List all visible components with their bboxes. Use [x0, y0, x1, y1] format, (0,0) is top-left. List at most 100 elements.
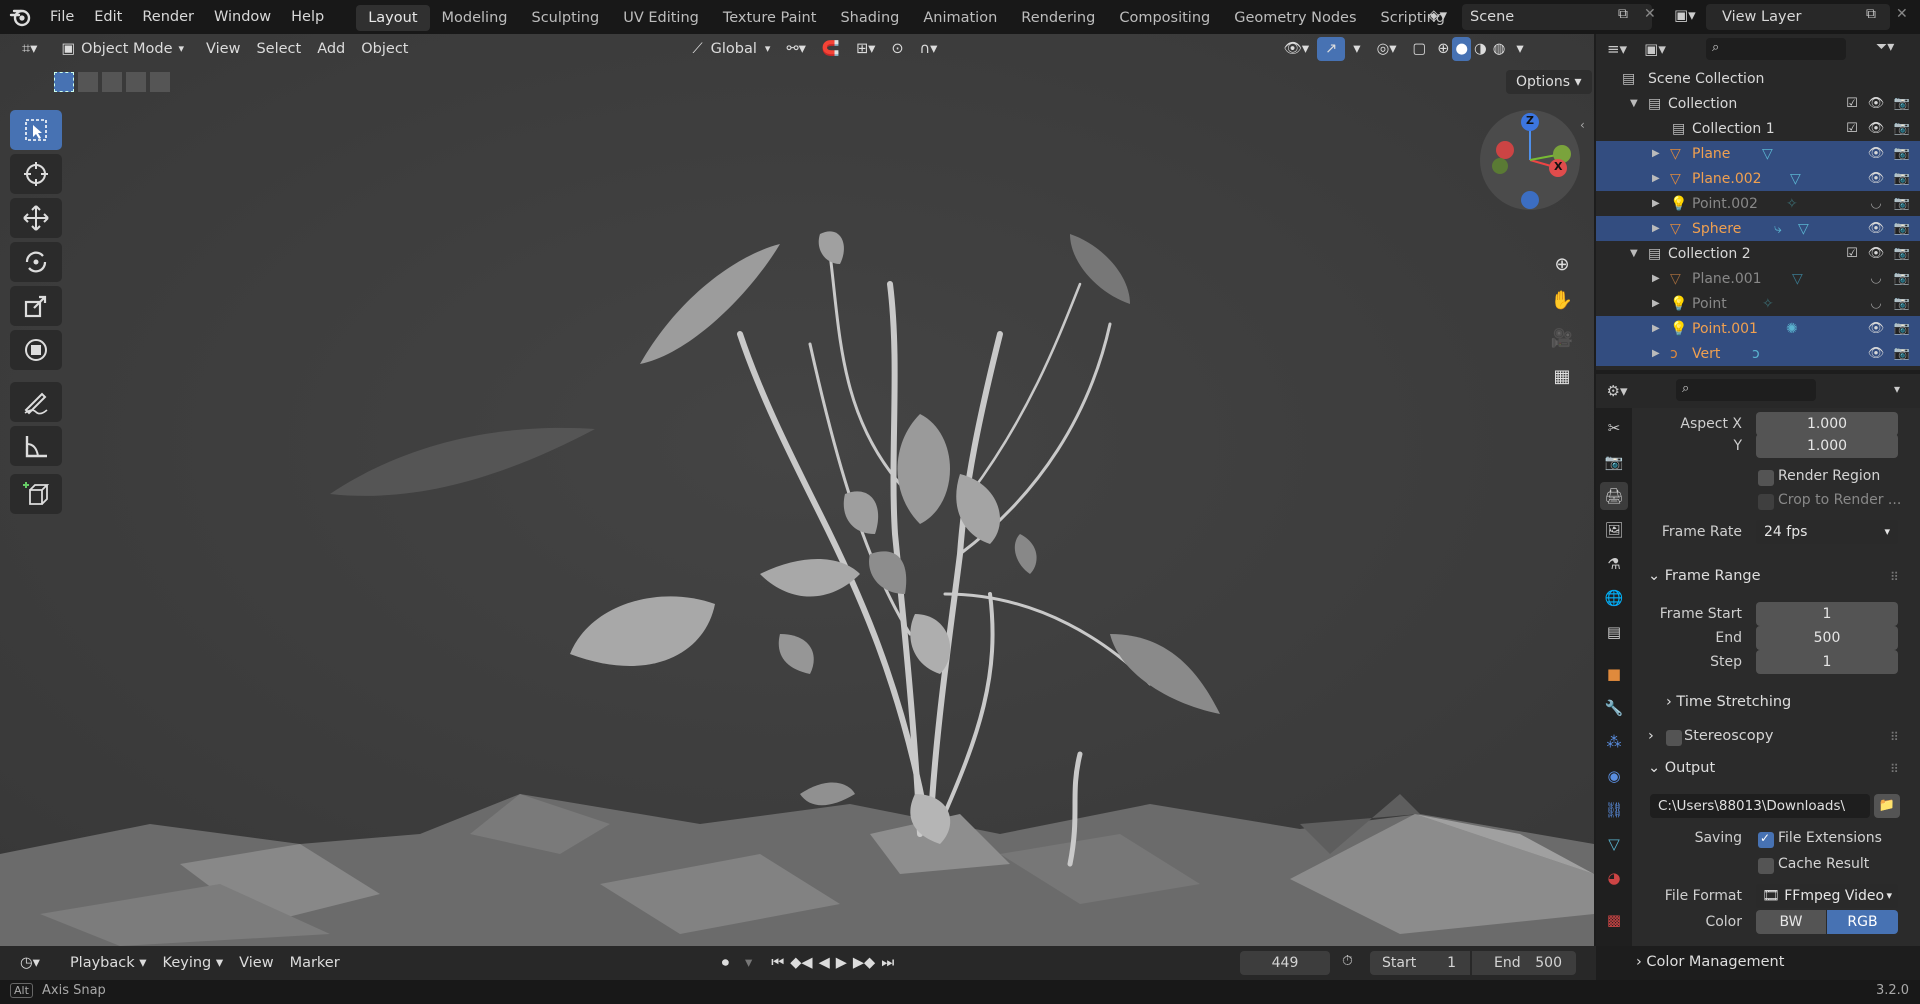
eye-icon[interactable]: 👁 [1866, 219, 1886, 239]
outliner-row-sphere[interactable]: ▶ ▽ Sphere ⤷ ▽ 👁 📷 [1596, 216, 1920, 241]
menu-select[interactable]: Select [248, 37, 309, 61]
expand-triangle-icon[interactable]: ▶ [1652, 198, 1660, 209]
visibility-icon[interactable]: 👁▾ [1275, 37, 1317, 61]
eye-icon[interactable]: 👁 [1866, 319, 1886, 339]
play-reverse-icon[interactable]: ◀ [816, 951, 833, 975]
timeline-end-field[interactable]: End 500 [1472, 951, 1576, 975]
color-bw-button[interactable]: BW [1756, 910, 1826, 934]
next-keyframe-icon[interactable]: ▶◆ [850, 951, 878, 975]
camera-icon[interactable]: 📷 [1892, 219, 1912, 239]
eye-closed-icon[interactable]: ◡ [1866, 269, 1886, 289]
frame-end-field[interactable]: 500 [1756, 626, 1898, 650]
menu-edit[interactable]: Edit [84, 0, 132, 34]
outliner-row-point-001[interactable]: ▶ 💡 Point.001 ✺ 👁 📷 [1596, 316, 1920, 341]
current-frame-field[interactable]: 449 [1240, 951, 1330, 975]
expand-triangle-icon[interactable]: ▶ [1652, 298, 1660, 309]
object-tab-icon[interactable]: ■ [1600, 660, 1628, 688]
menu-window[interactable]: Window [204, 0, 281, 34]
rendered-shading-icon[interactable]: ◍ [1490, 37, 1509, 61]
aspect-y-field[interactable]: 1.000 [1756, 434, 1898, 458]
options-dropdown[interactable]: Options ▾ [1506, 70, 1592, 94]
world-tab-icon[interactable]: 🌐 [1600, 584, 1628, 612]
mode-dropdown[interactable]: ▣ Object Mode ▾ [53, 37, 192, 61]
delete-scene-icon[interactable]: ✕ [1644, 6, 1664, 26]
tab-rendering[interactable]: Rendering [1009, 5, 1107, 31]
proportional-falloff-icon[interactable]: ∩▾ [912, 37, 946, 61]
pivot-point-icon[interactable]: ⚯▾ [778, 37, 813, 61]
scale-tool-icon[interactable] [10, 286, 62, 326]
prev-keyframe-icon[interactable]: ◆◀ [787, 951, 815, 975]
play-icon[interactable]: ▶ [833, 951, 850, 975]
eye-icon[interactable]: 👁 [1866, 244, 1886, 264]
color-management-header[interactable]: › Color Management [1636, 954, 1784, 970]
outliner-row-scene-collection[interactable]: ▤ Scene Collection [1596, 66, 1920, 91]
camera-icon[interactable]: 📷 [1892, 144, 1912, 164]
menu-playback[interactable]: Playback ▾ [62, 951, 155, 975]
texture-tab-icon[interactable]: ▩ [1600, 906, 1628, 934]
tab-layout[interactable]: Layout [356, 5, 430, 31]
shading-dropdown-icon[interactable]: ▾ [1508, 37, 1531, 61]
select-new-icon[interactable] [54, 72, 74, 92]
outliner-row-plane[interactable]: ▶ ▽ Plane ▽ 👁 📷 [1596, 141, 1920, 166]
jump-end-icon[interactable]: ⏭ [878, 951, 897, 975]
outliner-row-collection-1[interactable]: ▤ Collection 1 ☑ 👁 📷 [1596, 116, 1920, 141]
measure-tool-icon[interactable] [10, 426, 62, 466]
tab-geometry-nodes[interactable]: Geometry Nodes [1222, 5, 1368, 31]
menu-object[interactable]: Object [353, 37, 416, 61]
frame-rate-dropdown[interactable]: 24 fps ▾ [1756, 520, 1898, 544]
expand-triangle-icon[interactable]: ▶ [1652, 323, 1660, 334]
sidebar-toggle-icon[interactable]: ‹ [1580, 118, 1585, 132]
exclude-checkbox-icon[interactable]: ☑ [1842, 94, 1862, 114]
output-path-input[interactable]: C:\Users\88013\Downloads\ [1650, 794, 1870, 818]
output-tab-icon[interactable]: 🖨 [1600, 482, 1628, 510]
frame-step-field[interactable]: 1 [1756, 650, 1898, 674]
collection-tab-icon[interactable]: ▤ [1600, 618, 1628, 646]
camera-icon[interactable]: 📷 [1892, 244, 1912, 264]
view-layer-tab-icon[interactable]: 🖼 [1600, 516, 1628, 544]
filter-icon[interactable]: ⏷▾ [1876, 39, 1894, 55]
navigation-gizmo[interactable]: Z X [1480, 110, 1580, 210]
annotate-tool-icon[interactable] [10, 382, 62, 422]
auto-key-dropdown-icon[interactable]: ▾ [737, 951, 760, 975]
eye-icon[interactable]: 👁 [1866, 94, 1886, 114]
outliner-row-plane-001[interactable]: ▶ ▽ Plane.001 ▽ ◡ 📷 [1596, 266, 1920, 291]
render-region-checkbox[interactable] [1758, 470, 1774, 486]
select-subtract-icon[interactable] [102, 72, 122, 92]
camera-icon[interactable]: 📷 [1892, 94, 1912, 114]
outliner-search-input[interactable]: ⌕ [1706, 38, 1846, 60]
time-stretching-header[interactable]: › Time Stretching [1666, 694, 1791, 710]
editor-type-icon[interactable]: ⌗▾ [14, 37, 45, 61]
display-mode-icon[interactable]: ▣▾ [1644, 38, 1666, 60]
drag-handle-icon[interactable]: ⠿ [1890, 570, 1899, 584]
outliner-row-point-002[interactable]: ▶ 💡 Point.002 ✧ ◡ 📷 [1596, 191, 1920, 216]
menu-help[interactable]: Help [281, 0, 334, 34]
chevron-down-icon[interactable]: ▾ [1894, 382, 1900, 396]
menu-add[interactable]: Add [309, 37, 353, 61]
gizmo-dropdown-icon[interactable]: ▾ [1345, 37, 1368, 61]
stereoscopy-checkbox[interactable] [1666, 730, 1682, 746]
blender-logo-icon[interactable] [0, 0, 40, 34]
snap-target-icon[interactable]: ⊞▾ [848, 37, 883, 61]
camera-icon[interactable]: 📷 [1892, 269, 1912, 289]
menu-render[interactable]: Render [132, 0, 204, 34]
eye-icon[interactable]: 👁 [1866, 144, 1886, 164]
frame-start-field[interactable]: 1 [1756, 602, 1898, 626]
menu-view[interactable]: View [231, 951, 281, 975]
eye-closed-icon[interactable]: ◡ [1866, 194, 1886, 214]
expand-triangle-icon[interactable]: ▶ [1652, 148, 1660, 159]
tab-texture-paint[interactable]: Texture Paint [711, 5, 829, 31]
menu-keying[interactable]: Keying ▾ [155, 951, 232, 975]
add-cube-tool-icon[interactable] [10, 474, 62, 514]
tab-compositing[interactable]: Compositing [1107, 5, 1222, 31]
proportional-edit-icon[interactable]: ⊙ [883, 37, 911, 61]
outliner-row-collection-2[interactable]: ▼ ▤ Collection 2 ☑ 👁 📷 [1596, 241, 1920, 266]
stereoscopy-header[interactable]: › [1648, 728, 1654, 744]
file-extensions-checkbox[interactable] [1758, 831, 1774, 848]
frame-range-header[interactable]: ⌄ Frame Range [1648, 568, 1761, 584]
select-box-tool-icon[interactable] [10, 110, 62, 150]
view-layer-selector-icon[interactable]: ▣▾ [1674, 6, 1700, 28]
folder-icon[interactable]: 📁 [1874, 794, 1900, 818]
outliner-row-vert[interactable]: ▶ ↄ Vert ↄ 👁 📷 [1596, 341, 1920, 366]
camera-icon[interactable]: 📷 [1892, 319, 1912, 339]
tool-tab-icon[interactable]: ✂ [1600, 414, 1628, 442]
